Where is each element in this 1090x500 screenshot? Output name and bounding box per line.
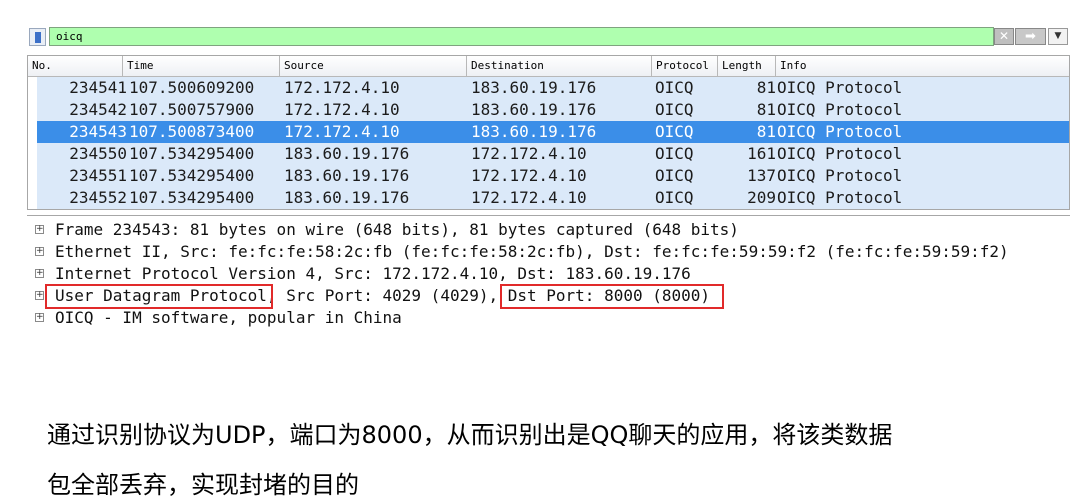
packet-row[interactable]: 234550 107.534295400 183.60.19.176 172.1…: [28, 143, 1069, 165]
filter-history-dropdown[interactable]: ▼: [1048, 28, 1068, 45]
expand-icon[interactable]: +: [35, 225, 44, 234]
detail-text: OICQ - IM software, popular in China: [55, 308, 402, 327]
column-no[interactable]: No.: [28, 56, 123, 76]
packet-row-selected[interactable]: 234543 107.500873400 172.172.4.10 183.60…: [28, 121, 1069, 143]
packet-protocol: OICQ: [655, 78, 694, 97]
packet-no: 234541: [69, 78, 127, 97]
packet-time: 107.500873400: [129, 122, 255, 141]
packet-destination: 183.60.19.176: [471, 122, 597, 141]
column-time[interactable]: Time: [123, 56, 280, 76]
packet-row[interactable]: 234542 107.500757900 172.172.4.10 183.60…: [28, 99, 1069, 121]
packet-destination: 183.60.19.176: [471, 78, 597, 97]
packet-length: 209: [747, 188, 776, 207]
packet-protocol: OICQ: [655, 188, 694, 207]
detail-text: Ethernet II, Src: fe:fc:fe:58:2c:fb (fe:…: [55, 242, 1009, 261]
apply-filter-button[interactable]: ➡: [1015, 28, 1046, 45]
column-header: No. Time Source Destination Protocol Len…: [28, 56, 1069, 77]
packet-length: 137: [747, 166, 776, 185]
list-gutter: [28, 77, 37, 209]
detail-frame[interactable]: + Frame 234543: 81 bytes on wire (648 bi…: [27, 219, 1070, 241]
packet-destination: 172.172.4.10: [471, 144, 587, 163]
packet-info: OICQ Protocol: [777, 166, 903, 185]
packet-source: 172.172.4.10: [284, 78, 400, 97]
packet-time: 107.534295400: [129, 188, 255, 207]
highlight-protocol-box: [45, 284, 273, 309]
caption-line-1: 通过识别协议为UDP，端口为8000，从而识别出是QQ聊天的应用，将该类数据: [47, 421, 893, 449]
packet-time: 107.534295400: [129, 166, 255, 185]
packet-length: 81: [756, 100, 776, 119]
expand-icon[interactable]: +: [35, 291, 44, 300]
packet-length: 161: [747, 144, 776, 163]
packet-source: 183.60.19.176: [284, 166, 410, 185]
column-info[interactable]: Info: [776, 56, 1069, 76]
column-length[interactable]: Length: [718, 56, 776, 76]
highlight-dst-port-box: [500, 284, 724, 309]
column-destination[interactable]: Destination: [467, 56, 652, 76]
detail-text: Frame 234543: 81 bytes on wire (648 bits…: [55, 220, 739, 239]
packet-no: 234552: [69, 188, 127, 207]
packet-time: 107.500609200: [129, 78, 255, 97]
expand-icon[interactable]: +: [35, 247, 44, 256]
packet-protocol: OICQ: [655, 100, 694, 119]
packet-destination: 172.172.4.10: [471, 166, 587, 185]
packet-source: 183.60.19.176: [284, 188, 410, 207]
packet-source: 183.60.19.176: [284, 144, 410, 163]
packet-time: 107.500757900: [129, 100, 255, 119]
packet-length: 81: [756, 78, 776, 97]
packet-list[interactable]: No. Time Source Destination Protocol Len…: [27, 55, 1070, 210]
packet-no: 234543: [69, 122, 127, 141]
packet-protocol: OICQ: [655, 144, 694, 163]
packet-details-pane[interactable]: + Frame 234543: 81 bytes on wire (648 bi…: [27, 215, 1070, 333]
packet-protocol: OICQ: [655, 166, 694, 185]
display-filter-toolbar: oicq ✕ ➡ ▼: [27, 26, 1070, 48]
bookmark-icon[interactable]: [29, 28, 46, 46]
display-filter-input[interactable]: oicq: [49, 27, 994, 46]
packet-protocol: OICQ: [655, 122, 694, 141]
column-source[interactable]: Source: [280, 56, 467, 76]
packet-time: 107.534295400: [129, 144, 255, 163]
packet-info: OICQ Protocol: [777, 122, 903, 141]
packet-info: OICQ Protocol: [777, 78, 903, 97]
packet-no: 234550: [69, 144, 127, 163]
clear-filter-button[interactable]: ✕: [994, 28, 1014, 45]
packet-destination: 183.60.19.176: [471, 100, 597, 119]
packet-row[interactable]: 234541 107.500609200 172.172.4.10 183.60…: [28, 77, 1069, 99]
column-protocol[interactable]: Protocol: [652, 56, 718, 76]
detail-text: Internet Protocol Version 4, Src: 172.17…: [55, 264, 691, 283]
detail-oicq[interactable]: + OICQ - IM software, popular in China: [27, 307, 1070, 329]
detail-ip[interactable]: + Internet Protocol Version 4, Src: 172.…: [27, 263, 1070, 285]
expand-icon[interactable]: +: [35, 269, 44, 278]
packet-no: 234551: [69, 166, 127, 185]
detail-ethernet[interactable]: + Ethernet II, Src: fe:fc:fe:58:2c:fb (f…: [27, 241, 1070, 263]
packet-row[interactable]: 234551 107.534295400 183.60.19.176 172.1…: [28, 165, 1069, 187]
packet-no: 234542: [69, 100, 127, 119]
packet-destination: 172.172.4.10: [471, 188, 587, 207]
packet-source: 172.172.4.10: [284, 100, 400, 119]
caption-line-2: 包全部丢弃，实现封堵的目的: [47, 471, 359, 499]
packet-info: OICQ Protocol: [777, 144, 903, 163]
packet-info: OICQ Protocol: [777, 100, 903, 119]
packet-length: 81: [756, 122, 776, 141]
packet-source: 172.172.4.10: [284, 122, 400, 141]
expand-icon[interactable]: +: [35, 313, 44, 322]
packet-row[interactable]: 234552 107.534295400 183.60.19.176 172.1…: [28, 187, 1069, 209]
packet-info: OICQ Protocol: [777, 188, 903, 207]
